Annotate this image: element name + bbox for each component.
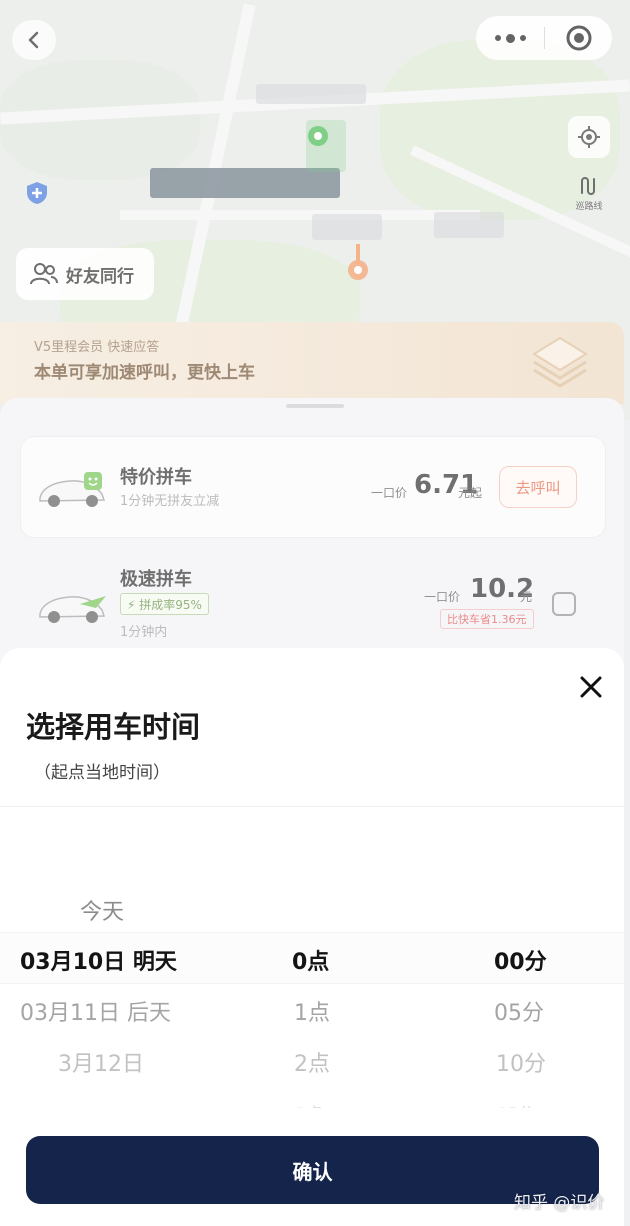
route-button[interactable]: 巡路线 bbox=[566, 170, 612, 216]
sheet-title: 选择用车时间 bbox=[26, 710, 201, 744]
minute-option[interactable]: 15分 bbox=[498, 1100, 534, 1108]
route-icon bbox=[581, 176, 595, 195]
locate-icon bbox=[578, 126, 600, 148]
call-button[interactable]: 去呼叫 bbox=[499, 466, 577, 508]
ride-option-name: 特价拼车 bbox=[120, 467, 192, 488]
end-pin-icon bbox=[348, 244, 368, 280]
price-unit: 元起 bbox=[458, 486, 483, 500]
divider bbox=[0, 806, 624, 807]
close-miniapp-button[interactable] bbox=[545, 24, 612, 52]
close-button[interactable] bbox=[574, 670, 608, 704]
chevron-left-icon bbox=[28, 31, 39, 49]
ride-option-checkbox[interactable] bbox=[552, 592, 576, 616]
price-unit: 元 bbox=[520, 590, 533, 604]
ride-option-name: 极速拼车 bbox=[120, 569, 192, 590]
mini-program-capsule bbox=[476, 16, 612, 60]
price-prefix: 一口价 bbox=[371, 486, 408, 500]
minute-option[interactable]: 10分 bbox=[496, 1046, 546, 1078]
my-location-button[interactable] bbox=[568, 116, 610, 158]
member-banner-subtitle: V5里程会员 快速应答 bbox=[34, 340, 160, 355]
friends-icon bbox=[30, 263, 58, 285]
hour-option[interactable]: 2点 bbox=[294, 1046, 330, 1078]
day-option[interactable]: 03月11日 后天 bbox=[20, 995, 171, 1027]
back-button[interactable] bbox=[12, 20, 56, 60]
map-blurred-label bbox=[312, 214, 382, 240]
hour-option[interactable]: 3点 bbox=[296, 1100, 322, 1108]
match-rate-badge: ⚡ 拼成率95% bbox=[120, 593, 209, 615]
hour-option-selected[interactable]: 0点 bbox=[292, 944, 329, 976]
friends-ride-button[interactable]: 好友同行 bbox=[16, 248, 154, 300]
panel-grip[interactable] bbox=[286, 404, 344, 408]
route-label: 巡路线 bbox=[575, 201, 603, 212]
price-prefix: 一口价 bbox=[424, 590, 461, 604]
member-banner-title: 本单可享加速呼叫，更快上车 bbox=[34, 363, 255, 383]
map-blurred-label bbox=[434, 212, 504, 238]
car-image bbox=[39, 596, 106, 623]
safety-shield-icon[interactable] bbox=[24, 180, 50, 206]
ride-option-subtitle: 1分钟无拼友立减 bbox=[120, 494, 220, 509]
hour-option[interactable]: 1点 bbox=[294, 995, 330, 1027]
day-option[interactable]: 今天 bbox=[80, 894, 124, 926]
map-blurred-label bbox=[256, 84, 366, 104]
minute-option-selected[interactable]: 00分 bbox=[494, 944, 547, 976]
minute-option[interactable]: 05分 bbox=[494, 995, 544, 1027]
car-image bbox=[39, 472, 106, 507]
member-badge-icon bbox=[532, 336, 588, 388]
friends-ride-label: 好友同行 bbox=[66, 266, 134, 287]
watermark: 知乎 @识价 bbox=[514, 1193, 605, 1213]
close-icon bbox=[580, 676, 602, 698]
day-option-selected[interactable]: 03月10日 明天 bbox=[20, 944, 177, 976]
target-circle-icon bbox=[566, 25, 591, 51]
ride-option-subtitle: 1分钟内 bbox=[120, 625, 168, 640]
savings-badge: 比快车省1.36元 bbox=[440, 609, 534, 629]
start-pin-icon bbox=[306, 120, 346, 172]
map-road bbox=[120, 210, 480, 220]
member-banner[interactable]: V5里程会员 快速应答 本单可享加速呼叫，更快上车 bbox=[0, 322, 624, 404]
sheet-subtitle: （起点当地时间） bbox=[34, 763, 170, 783]
day-option[interactable]: 3月12日 bbox=[58, 1046, 144, 1078]
more-button[interactable] bbox=[476, 33, 544, 43]
